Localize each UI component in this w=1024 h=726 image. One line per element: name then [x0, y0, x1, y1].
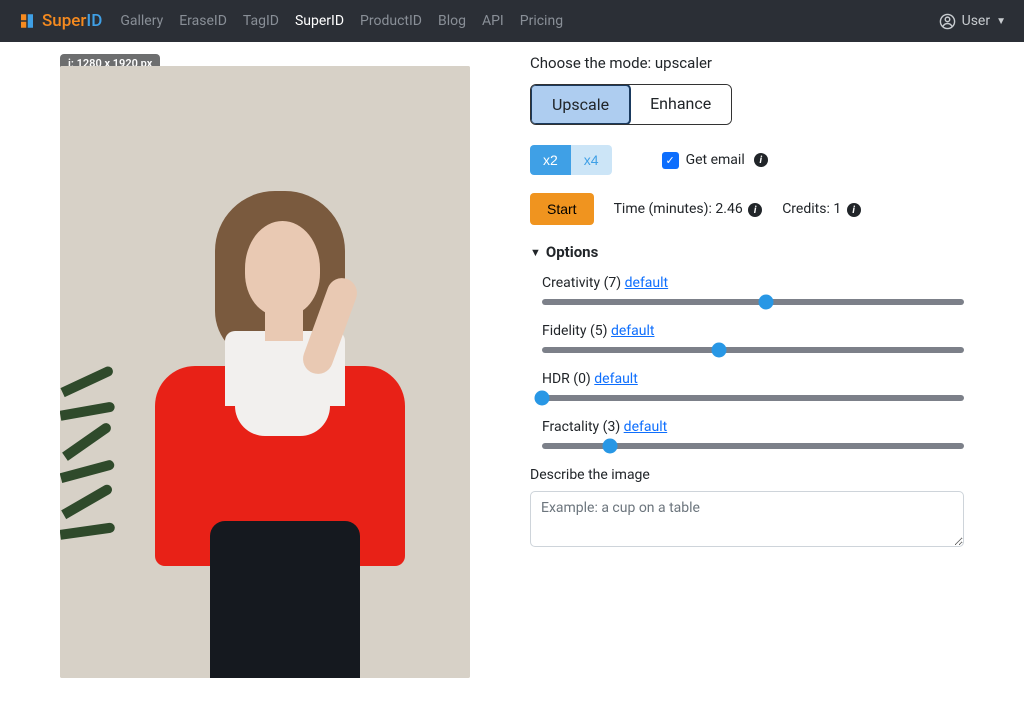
slider-thumb-fidelity[interactable]: [712, 343, 727, 358]
user-label: User: [962, 13, 990, 29]
slider-track-fractality[interactable]: [542, 443, 964, 449]
user-icon: [939, 13, 956, 30]
info-icon[interactable]: i: [754, 153, 768, 167]
brand-logo[interactable]: SuperID: [18, 11, 102, 31]
describe-label: Describe the image: [530, 467, 964, 483]
get-email-toggle[interactable]: ✓ Get email i: [662, 152, 768, 169]
scale-group: x2 x4: [530, 145, 612, 175]
image-panel: i: 1280 x 1920 px: [60, 54, 470, 678]
slider-track-creativity[interactable]: [542, 299, 964, 305]
slider-fractality: Fractality (3) default: [542, 419, 964, 449]
scale-x4-button[interactable]: x4: [571, 145, 612, 175]
uploaded-image[interactable]: [60, 66, 470, 678]
navbar: SuperID Gallery EraseID TagID SuperID Produc…: [0, 0, 1024, 42]
nav-link-tagid[interactable]: TagID: [243, 13, 279, 29]
time-meta: Time (minutes): 2.46 i: [614, 201, 763, 218]
tab-enhance[interactable]: Enhance: [630, 85, 731, 124]
nav-link-superid[interactable]: SuperID: [295, 13, 344, 29]
mode-label: Choose the mode: upscaler: [530, 54, 964, 72]
logo-icon: [18, 12, 36, 30]
controls-panel: Choose the mode: upscaler Upscale Enhanc…: [530, 54, 964, 678]
slider-thumb-fractality[interactable]: [602, 439, 617, 454]
options-toggle[interactable]: ▼ Options: [530, 243, 964, 261]
info-icon[interactable]: i: [748, 203, 762, 217]
nav-link-api[interactable]: API: [482, 13, 504, 29]
default-link-hdr[interactable]: default: [594, 371, 638, 387]
slider-track-hdr[interactable]: [542, 395, 964, 401]
slider-thumb-hdr[interactable]: [535, 391, 550, 406]
checkbox-checked-icon: ✓: [662, 152, 679, 169]
slider-creativity: Creativity (7) default: [542, 275, 964, 305]
brand-text: SuperID: [42, 11, 102, 31]
nav-link-gallery[interactable]: Gallery: [120, 13, 163, 29]
nav-link-pricing[interactable]: Pricing: [520, 13, 563, 29]
user-menu[interactable]: User ▼: [939, 13, 1006, 30]
info-icon[interactable]: i: [847, 203, 861, 217]
start-button[interactable]: Start: [530, 193, 594, 225]
slider-thumb-creativity[interactable]: [758, 295, 773, 310]
default-link-fractality[interactable]: default: [624, 419, 668, 435]
tab-upscale[interactable]: Upscale: [530, 84, 631, 125]
default-link-creativity[interactable]: default: [625, 275, 669, 291]
scale-x2-button[interactable]: x2: [530, 145, 571, 175]
slider-track-fidelity[interactable]: [542, 347, 964, 353]
slider-fidelity: Fidelity (5) default: [542, 323, 964, 353]
slider-hdr: HDR (0) default: [542, 371, 964, 401]
caret-down-icon: ▼: [996, 16, 1006, 27]
nav-link-eraseid[interactable]: EraseID: [179, 13, 227, 29]
nav-link-productid[interactable]: ProductID: [360, 13, 422, 29]
nav-links: Gallery EraseID TagID SuperID ProductID Blog A…: [120, 13, 938, 29]
get-email-label: Get email: [686, 152, 745, 168]
caret-down-icon: ▼: [530, 246, 541, 259]
credits-meta: Credits: 1 i: [782, 201, 860, 218]
default-link-fidelity[interactable]: default: [611, 323, 655, 339]
nav-link-blog[interactable]: Blog: [438, 13, 466, 29]
describe-input[interactable]: [530, 491, 964, 547]
mode-tabs: Upscale Enhance: [530, 84, 732, 125]
